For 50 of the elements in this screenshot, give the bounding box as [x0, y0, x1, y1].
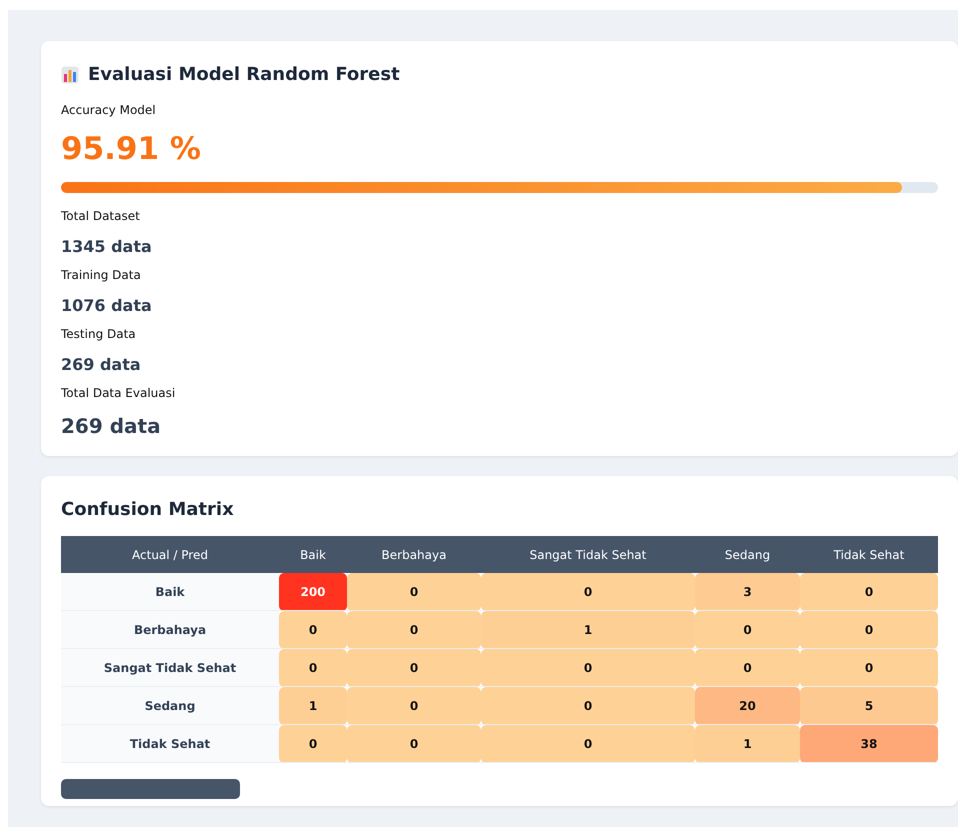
accuracy-value: 95.91 % [61, 131, 202, 167]
matrix-cell: 38 [800, 724, 938, 762]
matrix-cell: 0 [800, 573, 938, 610]
column-header: Sedang [695, 536, 800, 573]
button[interactable] [61, 779, 240, 799]
row-header: Sedang [61, 686, 279, 724]
stat-label: Total Data Evaluasi [61, 386, 176, 400]
matrix-cell: 0 [279, 610, 347, 648]
matrix-cell: 0 [347, 610, 481, 648]
matrix-cell: 0 [279, 648, 347, 686]
bar-chart-icon [61, 66, 79, 84]
matrix-cell: 0 [347, 573, 481, 610]
column-header: Berbahaya [347, 536, 481, 573]
matrix-cell: 0 [481, 573, 695, 610]
matrix-cell: 0 [347, 724, 481, 762]
stat-label: Testing Data [61, 327, 137, 341]
matrix-cell: 5 [800, 686, 938, 724]
column-header: Baik [279, 536, 347, 573]
card-title: Confusion Matrix [61, 499, 235, 520]
row-header: Tidak Sehat [61, 724, 279, 762]
stat-value: 1345 data [61, 237, 153, 256]
matrix-cell: 0 [695, 610, 800, 648]
matrix-cell: 0 [481, 686, 695, 724]
matrix-cell: 0 [800, 648, 938, 686]
stat-label: Total Dataset [61, 209, 141, 223]
matrix-cell: 200 [279, 573, 347, 610]
matrix-cell: 1 [695, 724, 800, 762]
stat-label: Training Data [61, 268, 142, 282]
matrix-cell: 0 [481, 648, 695, 686]
matrix-cell: 1 [279, 686, 347, 724]
row-header: Berbahaya [61, 610, 279, 648]
matrix-cell: 20 [695, 686, 800, 724]
stat-value: 269 data [61, 355, 142, 374]
stat-value: 269 data [61, 414, 162, 438]
matrix-cell: 3 [695, 573, 800, 610]
column-header: Actual / Pred [61, 536, 279, 573]
row-header: Baik [61, 573, 279, 610]
card-title: Evaluasi Model Random Forest [88, 64, 400, 85]
matrix-cell: 0 [800, 610, 938, 648]
column-header: Tidak Sehat [800, 536, 938, 573]
matrix-cell: 1 [481, 610, 695, 648]
row-header: Sangat Tidak Sehat [61, 648, 279, 686]
column-header: Sangat Tidak Sehat [481, 536, 695, 573]
matrix-cell: 0 [481, 724, 695, 762]
matrix-cell: 0 [347, 648, 481, 686]
matrix-cell: 0 [347, 686, 481, 724]
matrix-cell: 0 [279, 724, 347, 762]
matrix-cell: 0 [695, 648, 800, 686]
stat-label: Accuracy Model [61, 103, 157, 117]
stat-value: 1076 data [61, 296, 153, 315]
